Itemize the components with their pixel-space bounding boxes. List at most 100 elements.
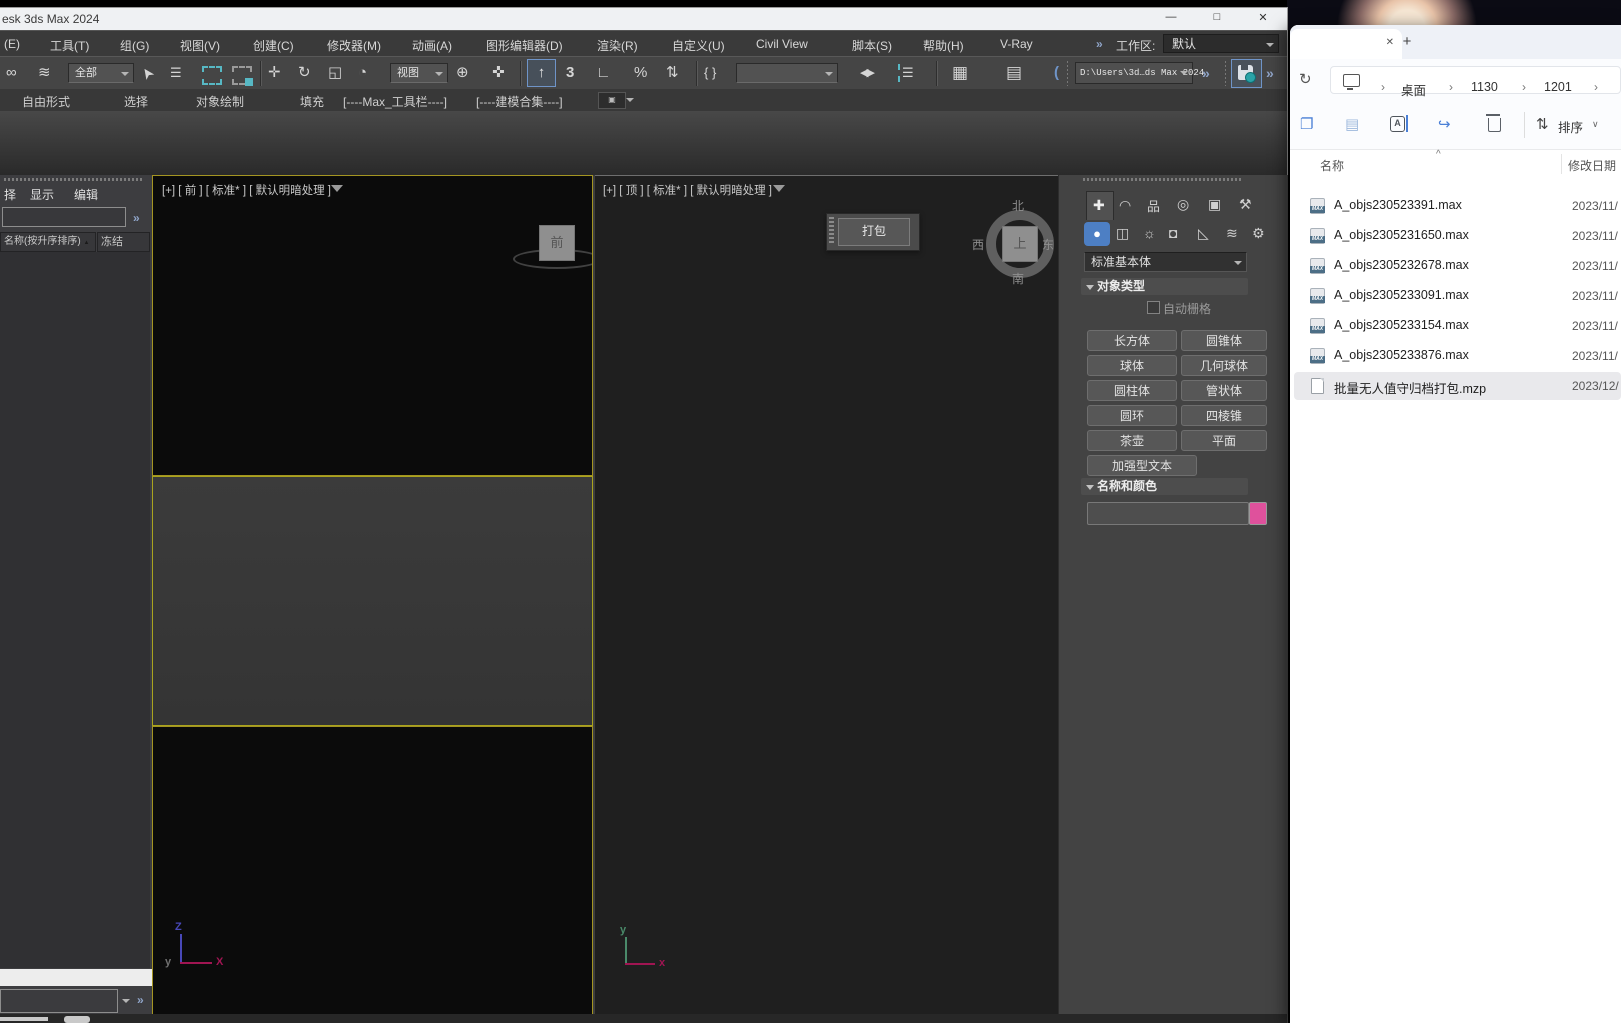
column-header-name[interactable]: 名称(按升序排序) ▲: [0, 232, 96, 252]
reference-coordinate-dropdown[interactable]: 视图: [390, 63, 448, 83]
select-object-icon[interactable]: ➤: [137, 63, 159, 84]
minimize-button[interactable]: —: [1160, 11, 1182, 27]
percent-snap-icon[interactable]: %: [634, 64, 647, 82]
category-helpers-icon[interactable]: ◺: [1198, 225, 1209, 242]
spinner-snap-icon[interactable]: ⇅: [666, 64, 679, 82]
button-cylinder[interactable]: 圆柱体: [1087, 380, 1177, 401]
utilities-panel-icon[interactable]: ⚒: [1239, 196, 1252, 213]
hierarchy-panel-icon[interactable]: 品: [1147, 196, 1160, 215]
rollout-object-type[interactable]: 对象类型: [1081, 278, 1248, 295]
refresh-icon[interactable]: ↻: [1299, 70, 1312, 88]
mini-listener-chevron[interactable]: »: [137, 993, 143, 1007]
sort-label[interactable]: 排序: [1558, 117, 1583, 136]
viewport-front-label[interactable]: [+] [ 前 ] [ 标准* ] [ 默认明暗处理 ]: [162, 182, 331, 198]
menu-grapheditors[interactable]: 图形编辑器(D): [486, 37, 563, 54]
project-path-dropdown[interactable]: D:\Users\3d…ds Max 2024: [1075, 62, 1193, 84]
category-dropdown[interactable]: 标准基本体: [1084, 252, 1247, 272]
toolbar-drag-handle[interactable]: [1224, 61, 1227, 86]
button-geosphere[interactable]: 几何球体: [1181, 355, 1267, 376]
save-autoback-button[interactable]: [1231, 59, 1262, 88]
file-row[interactable]: MAX A_objs2305233876.max 2023/11/: [1294, 342, 1621, 370]
category-systems-icon[interactable]: ⚙: [1252, 225, 1265, 242]
mini-listener-input[interactable]: [0, 989, 118, 1013]
scene-explorer-menu-display[interactable]: 显示: [30, 186, 54, 203]
angle-snap-icon[interactable]: ∟: [596, 64, 611, 82]
button-cone[interactable]: 圆锥体: [1181, 330, 1267, 351]
menu-overflow-chevron[interactable]: »: [1096, 37, 1102, 51]
button-pyramid[interactable]: 四棱锥: [1181, 405, 1267, 426]
motion-panel-icon[interactable]: ◎: [1177, 196, 1189, 213]
column-header-freeze[interactable]: 冻结: [97, 232, 150, 252]
modify-panel-icon[interactable]: ◠: [1119, 197, 1131, 214]
paste-icon[interactable]: ▤: [1345, 115, 1359, 133]
menu-views[interactable]: 视图(V): [180, 37, 220, 54]
select-manipulate-icon[interactable]: ✜: [492, 64, 505, 82]
column-header-name[interactable]: 名称: [1320, 157, 1344, 174]
active-move-tool-button[interactable]: ↑: [527, 59, 556, 87]
window-crossing-icon[interactable]: [232, 66, 252, 85]
breadcrumb-1201[interactable]: 1201: [1544, 80, 1572, 94]
viewcube-east-label[interactable]: 东: [1042, 236, 1054, 253]
sort-caret-icon[interactable]: ∨: [1592, 119, 1599, 130]
category-cameras-icon[interactable]: ◘: [1169, 225, 1177, 241]
ribbon-minimize-button[interactable]: ▣: [598, 92, 626, 109]
scene-explorer-overflow-chevron[interactable]: »: [133, 211, 139, 225]
menu-vray[interactable]: V-Ray: [1000, 37, 1033, 51]
close-button[interactable]: ✕: [1252, 11, 1274, 27]
ribbon-tab-max-toolbar[interactable]: [----Max_工具栏----]: [343, 93, 447, 110]
named-selection-dropdown[interactable]: [736, 63, 838, 83]
select-by-name-icon[interactable]: ☰: [170, 64, 182, 82]
tab-create[interactable]: ✚: [1086, 191, 1114, 220]
viewcube-up-face[interactable]: 上: [1002, 226, 1038, 262]
tab-close-icon[interactable]: ✕: [1386, 37, 1394, 48]
select-place-icon[interactable]: ◔: [358, 64, 367, 82]
filter-icon[interactable]: [773, 185, 785, 192]
select-rotate-icon[interactable]: ↻: [298, 64, 311, 82]
curve-editor-icon[interactable]: ▦: [952, 64, 968, 82]
ribbon-tab-freeform[interactable]: 自由形式: [22, 93, 70, 110]
button-box[interactable]: 长方体: [1087, 330, 1177, 351]
panel-drag-handle[interactable]: [1083, 178, 1243, 181]
scene-explorer-hscrollbar[interactable]: [0, 969, 152, 986]
viewcube-west-label[interactable]: 西: [972, 236, 984, 253]
breadcrumb-desktop[interactable]: 桌面: [1401, 80, 1426, 99]
ribbon-tab-objectpaint[interactable]: 对象绘制: [196, 93, 244, 110]
this-pc-icon[interactable]: [1343, 74, 1360, 87]
align-icon[interactable]: ☰: [898, 64, 914, 82]
toolbar-overflow-chevron[interactable]: »: [1202, 64, 1209, 82]
panel-drag-handle[interactable]: [4, 178, 144, 181]
scene-explorer-menu-select[interactable]: 择: [4, 186, 16, 203]
selection-filter-dropdown[interactable]: 全部: [68, 63, 134, 83]
button-textplus[interactable]: 加强型文本: [1087, 455, 1197, 476]
drag-handle-icon[interactable]: [829, 217, 834, 245]
autogrid-checkbox[interactable]: [1147, 301, 1160, 314]
bind-spacewarp-icon[interactable]: ≋: [38, 64, 51, 82]
category-geometry-button[interactable]: ●: [1084, 222, 1110, 246]
toolbar-drag-handle[interactable]: [1066, 61, 1069, 86]
ribbon-tab-selection[interactable]: 选择: [124, 93, 148, 110]
rectangular-selection-icon[interactable]: [202, 66, 222, 85]
viewport-top[interactable]: [+] [ 顶 ] [ 标准* ] [ 默认明暗处理 ] 打包 上 北 西 南 …: [595, 175, 1058, 1022]
rename-icon[interactable]: A: [1390, 116, 1405, 132]
viewport-middle-section[interactable]: [152, 476, 593, 726]
use-pivot-center-icon[interactable]: ⊕: [456, 64, 469, 82]
select-link-icon[interactable]: ∞: [6, 64, 17, 82]
menu-civilview[interactable]: Civil View: [756, 37, 808, 51]
explorer-tab[interactable]: ✕: [1290, 29, 1402, 59]
category-spacewarps-icon[interactable]: ≋: [1226, 225, 1238, 242]
viewport-front[interactable]: [+] [ 前 ] [ 标准* ] [ 默认明暗处理 ] 前: [152, 175, 593, 476]
share-icon[interactable]: ↪: [1438, 115, 1451, 133]
delete-icon[interactable]: [1488, 118, 1501, 132]
toolbar-overflow-chevron[interactable]: »: [1266, 64, 1273, 82]
button-plane[interactable]: 平面: [1181, 430, 1267, 451]
scene-explorer-menu-edit[interactable]: 编辑: [74, 186, 98, 203]
file-row[interactable]: MAX A_objs2305233091.max 2023/11/: [1294, 282, 1621, 310]
menu-help[interactable]: 帮助(H): [923, 37, 964, 54]
sort-icon[interactable]: ⇅: [1536, 115, 1549, 133]
address-bar[interactable]: › 桌面 › 1130 › 1201 ›: [1330, 66, 1621, 94]
select-move-icon[interactable]: ✛: [268, 64, 281, 82]
viewcube-north-label[interactable]: 北: [1012, 197, 1024, 214]
layer-explorer-icon[interactable]: ▤: [1006, 64, 1022, 82]
file-row-selected[interactable]: 批量无人值守归档打包.mzp 2023/12/: [1294, 372, 1621, 400]
button-tube[interactable]: 管状体: [1181, 380, 1267, 401]
